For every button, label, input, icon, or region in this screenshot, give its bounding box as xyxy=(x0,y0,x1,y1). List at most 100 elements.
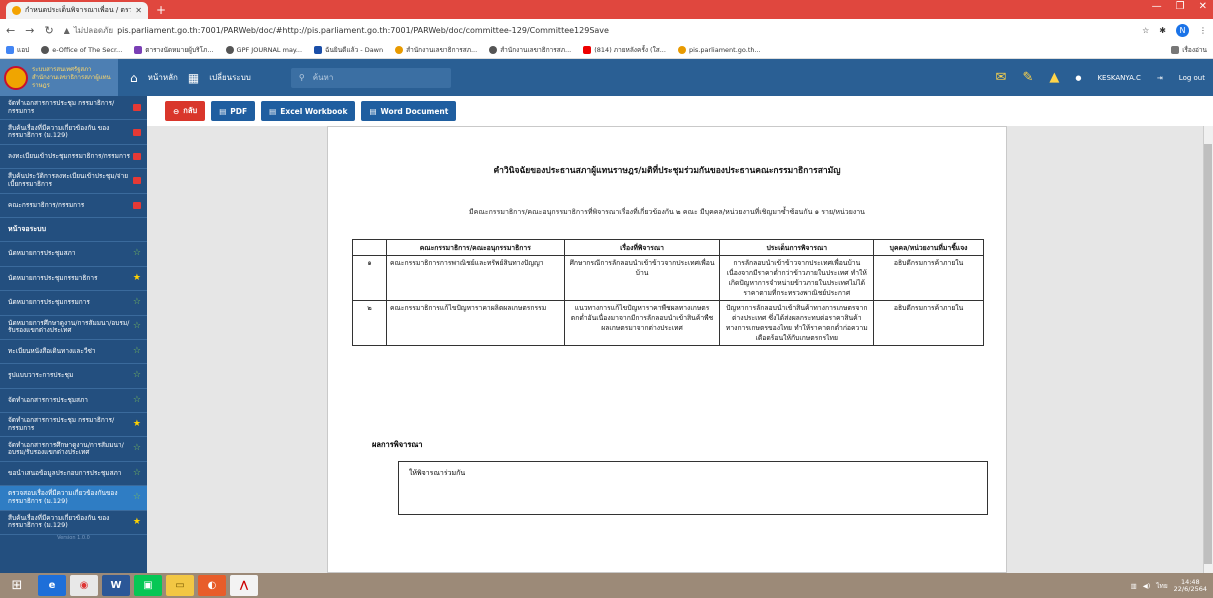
sidebar-item-label: ตรวจสอบเรื่องที่มีความเกี่ยวข้องกันของกร… xyxy=(8,489,118,505)
sidebar-item[interactable]: คณะกรรมาธิการ/กรรมการ xyxy=(0,194,147,218)
minus-badge-icon[interactable] xyxy=(133,201,141,209)
reload-icon[interactable]: ↻ xyxy=(44,24,53,37)
sidebar-item[interactable]: ตรวจสอบเรื่องที่มีความเกี่ยวข้องกันของกร… xyxy=(0,486,147,511)
favorite-star-icon[interactable]: ☆ xyxy=(133,395,141,405)
bookmark-star-icon[interactable]: ☆ xyxy=(1142,26,1149,35)
home-icon[interactable]: ⌂ xyxy=(130,71,138,85)
vertical-scrollbar[interactable] xyxy=(1203,126,1213,573)
bookmark-item[interactable]: ตารางนัดหมายผู้บริโภ... xyxy=(134,45,214,55)
alert-icon[interactable]: ▲ xyxy=(1049,70,1059,85)
chrome-icon[interactable]: ◉ xyxy=(70,575,98,596)
favorite-star-icon[interactable]: ☆ xyxy=(133,322,141,331)
edit-icon[interactable]: ✎ xyxy=(1022,70,1033,85)
favorite-star-icon[interactable]: ☆ xyxy=(133,249,141,258)
sidebar-item[interactable]: ขอนำเสนอข้อมูลประกอบการประชุมสภา ☆ xyxy=(0,462,147,487)
menu-kebab-icon[interactable]: ⋮ xyxy=(1199,26,1207,35)
line-icon[interactable]: ▣ xyxy=(134,575,162,596)
maximize-icon[interactable]: ❐ xyxy=(1176,1,1185,12)
minus-badge-icon[interactable] xyxy=(133,104,141,112)
sidebar-item[interactable]: สืบค้นเรื่องที่มีความเกี่ยวข้องกัน ของกร… xyxy=(0,120,147,145)
sidebar-item-label: นัดหมายการประชุมกรรมการ xyxy=(8,298,90,307)
favorite-star-icon[interactable]: ★ xyxy=(133,420,141,429)
favorite-star-icon[interactable]: ☆ xyxy=(133,371,141,380)
minus-badge-icon[interactable] xyxy=(133,128,141,136)
bookmark-item[interactable]: pis.parliament.go.th... xyxy=(677,46,761,54)
bookmark-item[interactable]: GPF JOURNAL may... xyxy=(225,46,302,54)
url-field[interactable]: ▲ ไม่ปลอดภัย pis.parliament.go.th:7001/P… xyxy=(64,24,1132,37)
sidebar-item[interactable]: นัดหมายการศึกษาดูงาน/การสัมมนา/อบรม/รับร… xyxy=(0,316,147,340)
paint-icon[interactable]: ◐ xyxy=(198,575,226,596)
language-indicator[interactable]: ไทย xyxy=(1156,581,1167,591)
issue-cell: ปัญหาการลักลอบนำเข้าสินค้าทางการเกษตรจาก… xyxy=(719,300,875,346)
new-tab-icon[interactable]: + xyxy=(156,2,166,19)
bookmark-item[interactable]: สำนักงานเลขาธิการสภ... xyxy=(395,45,477,55)
minus-badge-icon[interactable] xyxy=(133,177,141,185)
search-box[interactable]: ⚲ ค้นหา xyxy=(290,67,451,88)
grid-icon[interactable]: ▦ xyxy=(188,71,199,85)
system-tray: ▥ ◀) ไทย 14:48 22/6/2564 xyxy=(1131,578,1213,593)
extensions-icon[interactable]: ✱ xyxy=(1159,26,1166,35)
sidebar-item-label: สืบค้นประวัติการลงทะเบียนเข้าประชุม/จ่าย… xyxy=(8,172,129,188)
sidebar-item[interactable]: รูปแบบวาระการประชุม ☆ xyxy=(0,364,147,389)
reading-list[interactable]: เรื่องอ่าน xyxy=(1171,45,1207,55)
minimize-icon[interactable]: — xyxy=(1152,1,1162,12)
word-button[interactable]: ▤ Word Document xyxy=(361,101,457,121)
mail-icon[interactable]: ✉ xyxy=(996,70,1007,85)
volume-icon[interactable]: ◀) xyxy=(1143,582,1151,590)
sidebar-item[interactable]: ทะเบียนหนังสือเดินทางและวีซ่า ☆ xyxy=(0,340,147,365)
excel-button[interactable]: ▤ Excel Workbook xyxy=(261,101,356,121)
sidebar-item[interactable]: สืบค้นประวัติการลงทะเบียนเข้าประชุม/จ่าย… xyxy=(0,169,147,194)
bookmark-item[interactable]: (814) ภายหลังครั้ง (ใส... xyxy=(583,45,666,55)
favorite-star-icon[interactable]: ☆ xyxy=(133,298,141,307)
tab-close-icon[interactable]: ✕ xyxy=(135,6,142,15)
committee-cell: คณะกรรมาธิการแก้ไขปัญหาราคาผลิตผลเกษตรกร… xyxy=(385,300,565,346)
bookmark-item[interactable]: e-Office of The Secr... xyxy=(41,46,122,54)
favorite-star-icon[interactable]: ☆ xyxy=(133,469,141,478)
bookmark-apps[interactable]: แอป xyxy=(6,45,29,55)
sidebar-item-label: นัดหมายการศึกษาดูงาน/การสัมมนา/อบรม/รับร… xyxy=(8,318,130,335)
forward-arrow-icon[interactable]: → xyxy=(25,24,34,37)
app-logo[interactable]: ระบบสารสนเทศรัฐสภา สำนักงานเลขาธิการสภาผ… xyxy=(0,59,118,96)
col-header: คณะกรรมาธิการ/คณะอนุกรรมาธิการ xyxy=(385,239,565,256)
search-icon: ⚲ xyxy=(298,73,305,82)
sidebar-item[interactable]: สืบค้นเรื่องที่มีความเกี่ยวข้องกัน ของกร… xyxy=(0,511,147,536)
acrobat-icon[interactable]: ⋀ xyxy=(230,575,258,596)
sidebar-item[interactable]: นัดหมายการประชุมสภา ☆ xyxy=(0,242,147,267)
bookmark-item[interactable]: ฉันยินดีแล้ว - Dawn xyxy=(314,45,383,55)
pdf-button[interactable]: ▤ PDF xyxy=(211,101,256,121)
table-header-row: คณะกรรมาธิการ/คณะอนุกรรมาธิการ เรื่องที่… xyxy=(352,239,984,256)
favorite-star-icon[interactable]: ★ xyxy=(133,517,141,527)
scrollbar-thumb[interactable] xyxy=(1204,144,1212,564)
bookmark-favicon-icon xyxy=(677,46,686,54)
logo-line2: สำนักงานเลขาธิการสภาผู้แทนราษฎร xyxy=(32,73,111,89)
sidebar-item[interactable]: นัดหมายการประชุมกรรมาธิการ ★ xyxy=(0,267,147,292)
sidebar-item[interactable]: นัดหมายการประชุมกรรมการ ☆ xyxy=(0,291,147,316)
ie-icon[interactable]: e xyxy=(38,575,66,596)
favorite-star-icon[interactable]: ☆ xyxy=(133,493,141,502)
folder-icon[interactable]: ▭ xyxy=(166,575,194,596)
profile-avatar[interactable]: N xyxy=(1176,24,1189,37)
minus-badge-icon[interactable] xyxy=(133,152,141,160)
back-arrow-icon[interactable]: ← xyxy=(6,24,15,37)
sidebar-item-label: สืบค้นเรื่องที่มีความเกี่ยวข้องกัน ของกร… xyxy=(8,513,110,530)
favorite-star-icon[interactable]: ★ xyxy=(133,273,141,283)
nav-home[interactable]: หน้าหลัก xyxy=(148,71,178,84)
network-icon[interactable]: ▥ xyxy=(1131,582,1137,590)
nav-change-system[interactable]: เปลี่ยนระบบ xyxy=(209,71,251,84)
sidebar-item[interactable]: จัดทำเอกสารการประชุม กรรมาธิการ/กรรมการ xyxy=(0,96,147,121)
user-menu[interactable]: KESKANYA.C xyxy=(1097,74,1140,82)
favorite-star-icon[interactable]: ☆ xyxy=(133,347,141,356)
sidebar-item[interactable]: จัดทำเอกสารการประชุมสภา ☆ xyxy=(0,389,147,414)
back-button[interactable]: ⊖ กลับ xyxy=(165,101,206,121)
sidebar-item[interactable]: ลงทะเบียนเข้าประชุมกรรมาธิการ/กรรมการ xyxy=(0,145,147,170)
bookmark-item[interactable]: สำนักงานเลขาธิการสภ... xyxy=(489,45,571,55)
logout-link[interactable]: Log out xyxy=(1179,74,1205,82)
close-window-icon[interactable]: ✕ xyxy=(1199,1,1207,12)
sidebar-item[interactable]: จัดทำเอกสารการประชุม กรรมาธิการ/กรรมการ ★ xyxy=(0,413,147,438)
word-icon[interactable]: W xyxy=(102,575,130,596)
sidebar-item[interactable]: จัดทำเอกสารการศึกษาดูงาน/การสัมมนา/อบรม/… xyxy=(0,437,147,462)
favorite-star-icon[interactable]: ☆ xyxy=(133,444,141,453)
browser-tab[interactable]: กำหนดประเด็นพิจารณาเพื่อน / ตรวจ ✕ xyxy=(6,2,148,19)
clock[interactable]: 14:48 22/6/2564 xyxy=(1174,578,1207,593)
windows-start-icon[interactable]: ⊞ xyxy=(0,573,34,598)
